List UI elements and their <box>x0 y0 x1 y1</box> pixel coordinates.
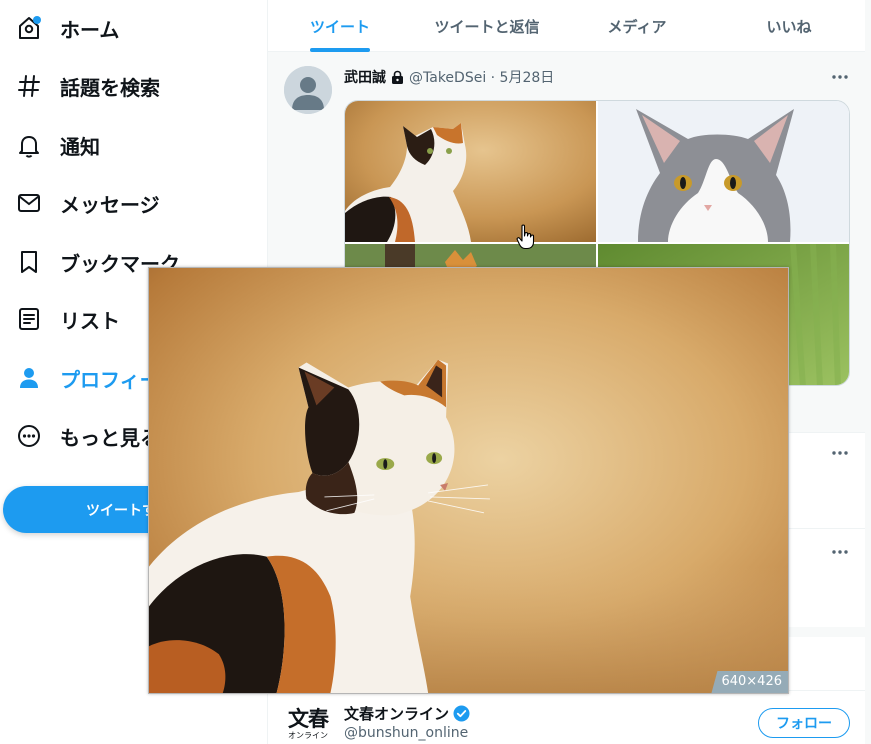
tweet-more-icon[interactable] <box>829 446 851 460</box>
author-name[interactable]: 武田誠 <box>344 67 386 87</box>
tweet-more-icon[interactable] <box>829 70 851 84</box>
nav-notifications[interactable]: 通知 <box>0 123 140 167</box>
avatar[interactable] <box>284 66 332 114</box>
tab-tweets-and-replies[interactable]: ツイートと返信 <box>412 0 562 52</box>
scrollbar-track[interactable] <box>865 0 871 744</box>
verified-badge-icon <box>453 705 470 722</box>
tab-tweets[interactable]: ツイート <box>268 0 412 52</box>
lock-icon <box>390 70 405 85</box>
suggestion-handle: @bunshun_online <box>344 725 469 741</box>
nav-label-more: もっと見る <box>60 425 160 450</box>
list-icon <box>16 306 42 332</box>
logo-text: 文春 <box>288 706 329 731</box>
hashtag-icon <box>16 73 42 99</box>
more-circle-icon <box>16 423 42 449</box>
image-hover-preview: 640×426 <box>148 267 789 694</box>
account-name: 文春オンライン <box>344 705 450 723</box>
nav-lists[interactable]: リスト <box>0 297 140 341</box>
photo-calico-cat[interactable] <box>345 101 596 242</box>
tab-media[interactable]: メディア <box>562 0 712 52</box>
nav-label-notifications: 通知 <box>60 134 100 159</box>
nav-label-lists: リスト <box>60 308 120 333</box>
follow-button[interactable]: フォロー <box>758 708 850 738</box>
profile-icon <box>16 365 42 391</box>
notification-dot <box>33 16 41 24</box>
bell-icon <box>16 132 42 158</box>
tweet-meta: @TakeDSei · 5月28日 <box>409 70 555 86</box>
tweet-header: 武田誠 @TakeDSei · 5月28日 <box>344 67 554 87</box>
photo-gray-white-cat[interactable] <box>598 101 849 242</box>
nav-messages[interactable]: メッセージ <box>0 181 190 225</box>
suggestion-name[interactable]: 文春オンライン <box>344 703 470 724</box>
nav-label-explore: 話題を検索 <box>60 75 160 100</box>
bunshun-logo[interactable]: 文春 オンライン <box>286 707 330 744</box>
follow-suggestion[interactable]: 文春 オンライン 文春オンライン @bunshun_online フォロー <box>268 690 866 744</box>
nav-label-home: ホーム <box>60 17 120 42</box>
nav-explore[interactable]: 話題を検索 <box>0 64 190 108</box>
tab-likes[interactable]: いいね <box>712 0 866 52</box>
nav-home[interactable]: ホーム <box>0 6 160 50</box>
mail-icon <box>16 190 42 216</box>
image-size-label: 640×426 <box>711 671 788 693</box>
tweet-more-icon[interactable] <box>829 545 851 559</box>
bookmark-icon <box>16 249 42 275</box>
hand-cursor-icon <box>516 224 536 250</box>
nav-label-messages: メッセージ <box>60 192 160 217</box>
profile-tabs: ツイート ツイートと返信 メディア いいね <box>268 0 866 52</box>
logo-subtext: オンライン <box>288 731 328 740</box>
